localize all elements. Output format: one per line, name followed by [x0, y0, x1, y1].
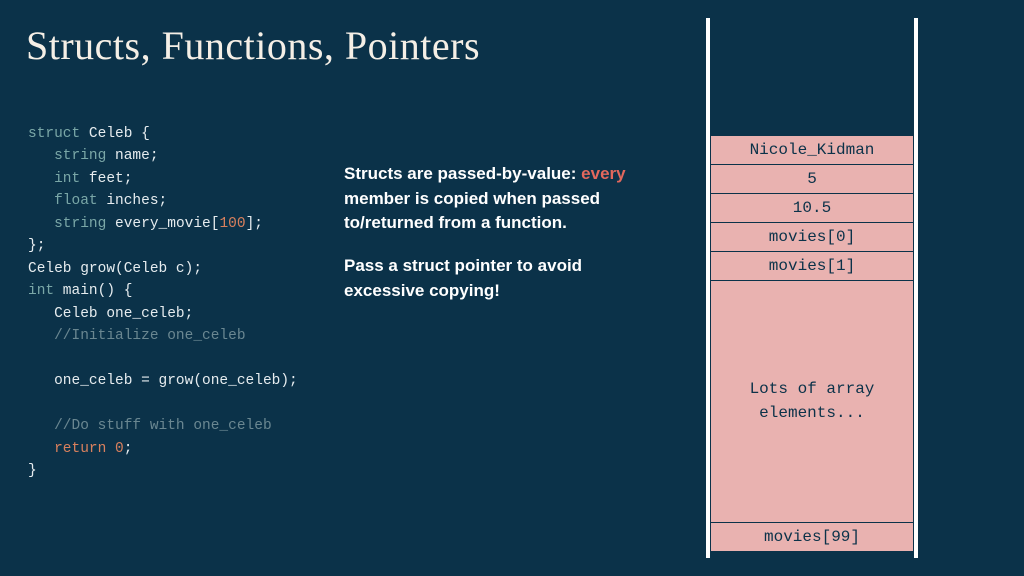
memory-cell: movies[99]	[710, 522, 914, 552]
code-text: }	[28, 463, 37, 479]
memory-cell: Nicole_Kidman	[710, 135, 914, 165]
memory-cell: movies[1]	[710, 251, 914, 281]
paragraph-2: Pass a struct pointer to avoid excessive…	[344, 254, 654, 303]
code-block: struct Celeb { string name; int feet; fl…	[28, 123, 328, 483]
memory-gap-bottom	[710, 552, 914, 558]
code-text	[106, 441, 115, 457]
code-text: ;	[124, 441, 133, 457]
code-num: 100	[219, 216, 245, 232]
memory-cell-ellipsis: Lots of array elements...	[710, 280, 914, 523]
code-text: main() {	[54, 283, 132, 299]
code-kw: int	[28, 283, 54, 299]
code-kw: string	[54, 216, 106, 232]
code-text: every_movie[	[106, 216, 219, 232]
para1-a: Structs are passed-by-value:	[344, 164, 581, 183]
code-text: Celeb {	[80, 126, 150, 142]
memory-cell: 5	[710, 164, 914, 194]
paragraph-1: Structs are passed-by-value: every membe…	[344, 162, 654, 236]
para1-accent: every	[581, 164, 625, 183]
slide-title: Structs, Functions, Pointers	[26, 22, 480, 69]
code-kw: struct	[28, 126, 80, 142]
memory-gap-top	[710, 18, 914, 136]
code-text: one_celeb = grow(one_celeb);	[28, 373, 298, 389]
code-text	[28, 441, 54, 457]
memory-diagram: Nicole_Kidman 5 10.5 movies[0] movies[1]…	[706, 18, 918, 558]
code-comment: //Do stuff with one_celeb	[28, 418, 272, 434]
code-text: inches;	[98, 193, 168, 209]
code-kw: string	[54, 148, 106, 164]
code-text: };	[28, 238, 45, 254]
code-text: Celeb grow(Celeb c);	[28, 261, 202, 277]
para1-b: member is copied when passed to/returned…	[344, 189, 600, 233]
code-text: ];	[246, 216, 263, 232]
explanation-text: Structs are passed-by-value: every membe…	[344, 162, 654, 321]
code-num: 0	[115, 441, 124, 457]
code-comment: //Initialize one_celeb	[28, 328, 246, 344]
code-kw: int	[54, 171, 80, 187]
memory-cell: 10.5	[710, 193, 914, 223]
code-text: Celeb one_celeb;	[28, 306, 193, 322]
code-text: feet;	[80, 171, 132, 187]
code-kw: return	[54, 441, 106, 457]
code-text: name;	[106, 148, 158, 164]
code-kw: float	[54, 193, 98, 209]
memory-cell: movies[0]	[710, 222, 914, 252]
